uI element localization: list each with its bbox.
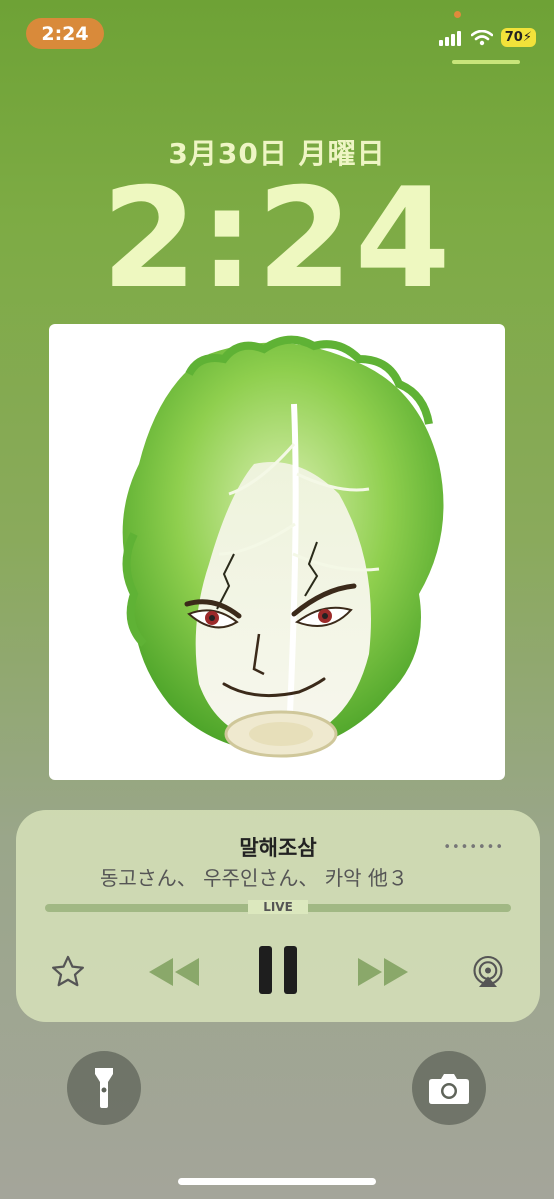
album-artwork[interactable] bbox=[49, 324, 505, 780]
status-icons: 70 ⚡ bbox=[438, 28, 536, 47]
control-center-grabber[interactable] bbox=[452, 60, 520, 64]
now-playing-widget[interactable]: 말해조삼 ••••••• 동고さん、 우주인さん、 카악 他３ LIVE bbox=[16, 810, 540, 1022]
lock-clock: 2:24 bbox=[101, 158, 453, 319]
battery-level: 70 bbox=[504, 30, 523, 45]
privacy-indicator-dot bbox=[454, 11, 461, 18]
airplay-button[interactable] bbox=[466, 950, 510, 994]
playback-controls bbox=[16, 942, 540, 998]
flashlight-button[interactable] bbox=[67, 1051, 141, 1125]
airplay-icon bbox=[473, 955, 503, 987]
pause-button[interactable] bbox=[252, 942, 304, 998]
live-label: LIVE bbox=[248, 900, 308, 914]
charging-bolt-icon: ⚡ bbox=[522, 30, 532, 45]
rewind-icon bbox=[149, 958, 199, 986]
camera-button[interactable] bbox=[412, 1051, 486, 1125]
fast-forward-button[interactable] bbox=[352, 950, 416, 994]
status-time: 2:24 bbox=[41, 22, 89, 45]
signal-icon bbox=[438, 30, 461, 46]
cabbage-face-artwork bbox=[122, 335, 444, 758]
star-icon bbox=[52, 955, 84, 987]
song-artist: 동고さん、 우주인さん、 카악 他３ bbox=[100, 866, 408, 890]
home-indicator[interactable] bbox=[178, 1178, 376, 1185]
pause-icon bbox=[259, 946, 297, 994]
favorite-button[interactable] bbox=[46, 950, 90, 994]
camera-icon bbox=[429, 1074, 469, 1104]
fast-forward-icon bbox=[358, 958, 408, 986]
flashlight-icon bbox=[95, 1068, 113, 1108]
wifi-icon bbox=[470, 29, 493, 45]
rewind-button[interactable] bbox=[141, 950, 205, 994]
battery-indicator: 70 ⚡ bbox=[500, 28, 536, 47]
more-options-icon[interactable]: ••••••• bbox=[443, 840, 504, 855]
status-time-pill[interactable]: 2:24 bbox=[26, 18, 104, 49]
